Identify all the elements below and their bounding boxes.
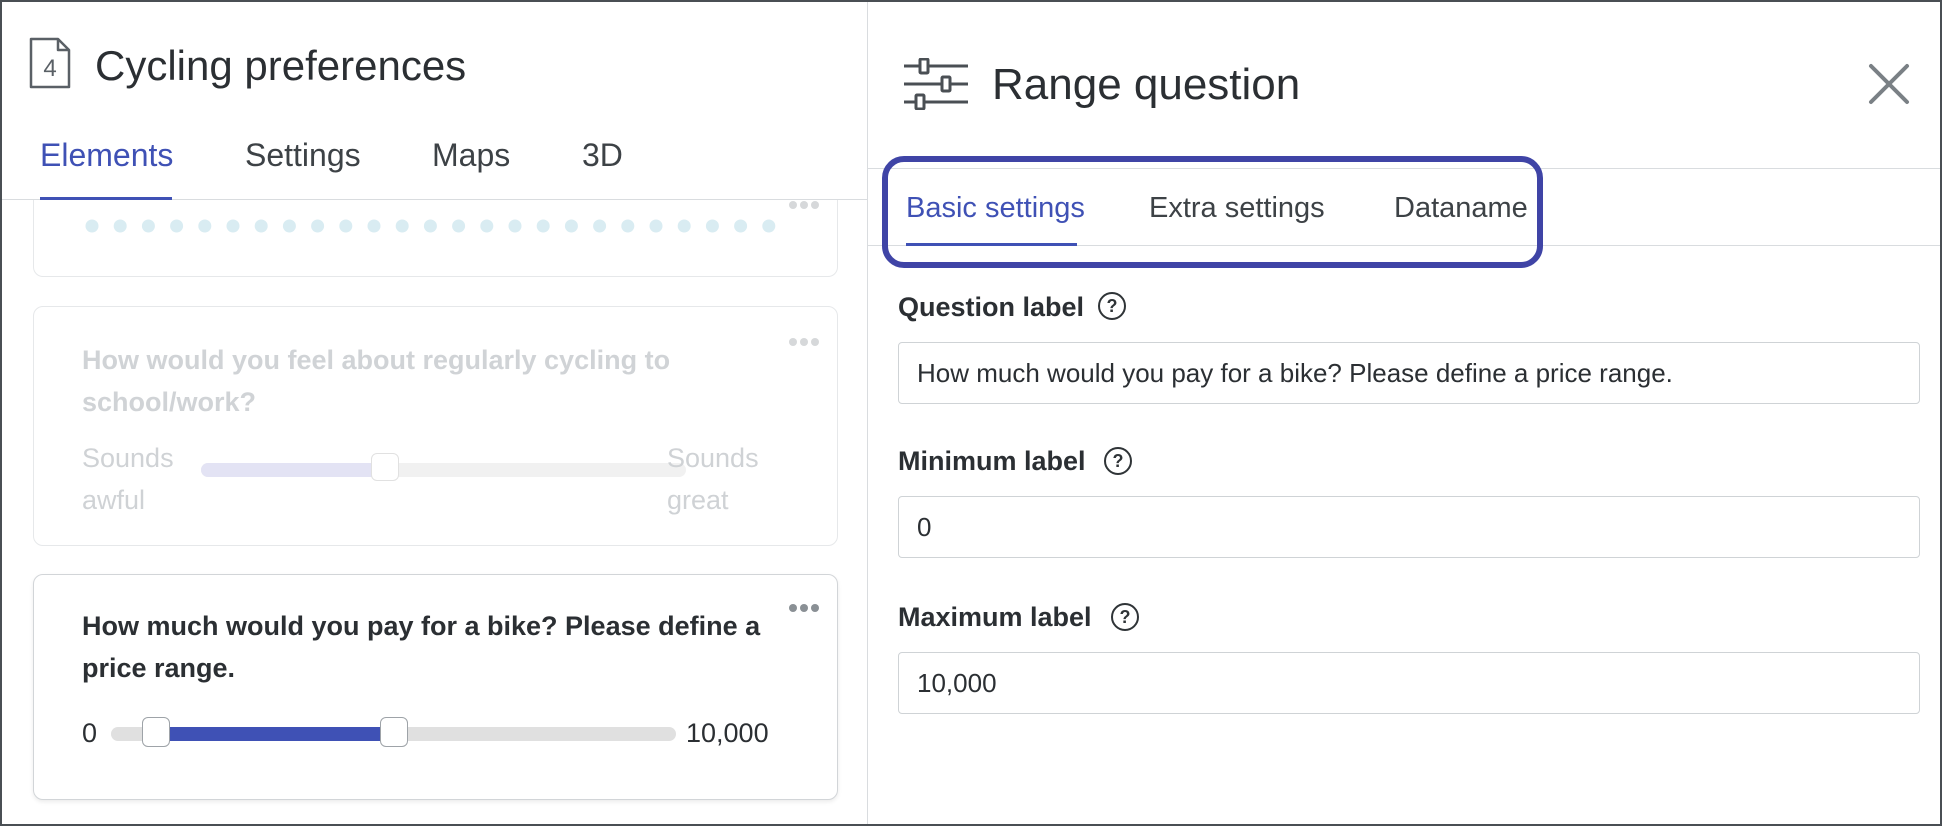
range-fill bbox=[156, 727, 394, 741]
scale-dot bbox=[141, 219, 155, 233]
question-label-heading: Question label bbox=[898, 292, 1085, 322]
scale-dot bbox=[423, 219, 437, 233]
range-handle-low[interactable] bbox=[142, 717, 171, 747]
scale-dot bbox=[198, 219, 212, 233]
panel-title: Range question bbox=[992, 60, 1301, 109]
scale-dot bbox=[339, 219, 353, 233]
help-icon[interactable]: ? bbox=[1098, 292, 1126, 320]
form-builder-pane: How would you feel about regularly cycli… bbox=[2, 2, 867, 824]
tab-settings[interactable]: Settings bbox=[245, 137, 361, 174]
scale-dot bbox=[593, 219, 607, 233]
scale-dot bbox=[649, 219, 663, 233]
dots-scale-preview bbox=[85, 219, 776, 233]
slider-track[interactable] bbox=[201, 463, 686, 477]
minimum-label-input[interactable] bbox=[898, 496, 1920, 558]
scale-dot bbox=[564, 219, 578, 233]
form-title: Cycling preferences bbox=[95, 42, 467, 89]
scale-dot bbox=[311, 219, 325, 233]
element-question-label: How much would you pay for a bike? Pleas… bbox=[82, 611, 761, 683]
form-header: 4 Cycling preferences Elements Settings … bbox=[2, 2, 867, 200]
scale-dot bbox=[452, 219, 466, 233]
scale-dot bbox=[226, 219, 240, 233]
more-options-icon[interactable] bbox=[789, 337, 819, 347]
scale-dot bbox=[113, 219, 127, 233]
scale-dot bbox=[536, 219, 550, 233]
range-handle-high[interactable] bbox=[379, 717, 408, 747]
slider-min-label: Sounds awful bbox=[82, 443, 174, 515]
window-frame: How would you feel about regularly cycli… bbox=[0, 0, 1942, 826]
element-question-label: How would you feel about regularly cycli… bbox=[82, 345, 671, 417]
close-icon[interactable] bbox=[1867, 62, 1911, 106]
question-label-input[interactable] bbox=[898, 342, 1920, 404]
more-options-icon[interactable] bbox=[789, 200, 819, 210]
form-page-number: 4 bbox=[43, 55, 56, 82]
form-page-icon: 4 bbox=[29, 37, 71, 89]
scale-dot bbox=[705, 219, 719, 233]
maximum-label-input[interactable] bbox=[898, 652, 1920, 714]
scale-dot bbox=[677, 219, 691, 233]
element-card-bike-price[interactable]: How much would you pay for a bike? Pleas… bbox=[33, 574, 838, 800]
minimum-label-heading: Minimum label bbox=[898, 446, 1086, 476]
scale-dot bbox=[480, 219, 494, 233]
scale-dot bbox=[621, 219, 635, 233]
maximum-label-heading: Maximum label bbox=[898, 602, 1092, 632]
element-settings-panel: Range question Basic settings Extra sett… bbox=[868, 2, 1940, 824]
scale-dot bbox=[508, 219, 522, 233]
slider-handle[interactable] bbox=[371, 453, 400, 481]
tabs-highlight-outline bbox=[882, 156, 1543, 268]
scale-dot bbox=[367, 219, 381, 233]
scale-dot bbox=[734, 219, 748, 233]
scale-dot bbox=[170, 219, 184, 233]
help-icon[interactable]: ? bbox=[1104, 447, 1132, 475]
slider-fill bbox=[201, 463, 386, 477]
element-card-feel[interactable]: How would you feel about regularly cycli… bbox=[33, 306, 838, 546]
scale-dot bbox=[395, 219, 409, 233]
range-max-label: 10,000 bbox=[686, 718, 769, 748]
tab-maps[interactable]: Maps bbox=[432, 137, 510, 174]
range-min-label: 0 bbox=[82, 718, 98, 748]
slider-max-label: Sounds great bbox=[667, 443, 759, 515]
sliders-icon bbox=[904, 58, 968, 110]
active-tab-underline bbox=[40, 197, 172, 200]
scale-dot bbox=[762, 219, 776, 233]
more-options-icon[interactable] bbox=[789, 603, 819, 613]
scale-dot bbox=[254, 219, 268, 233]
scale-dot bbox=[282, 219, 296, 233]
tab-elements[interactable]: Elements bbox=[40, 137, 173, 174]
help-icon[interactable]: ? bbox=[1111, 603, 1139, 631]
scale-dot bbox=[85, 219, 99, 233]
tab-3d[interactable]: 3D bbox=[582, 137, 623, 174]
